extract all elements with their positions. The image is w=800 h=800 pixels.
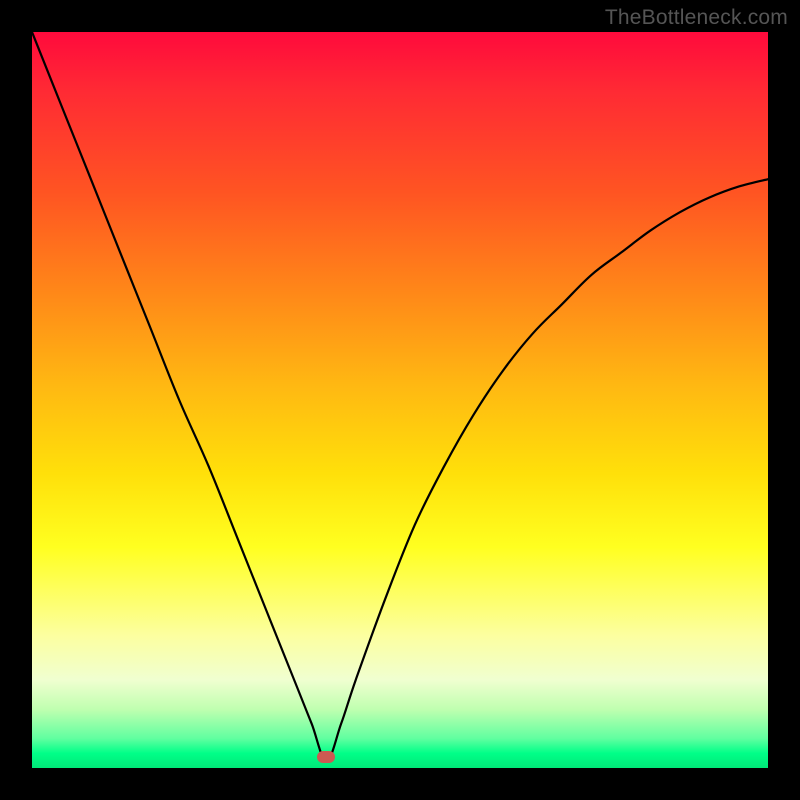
bottleneck-curve-path	[32, 32, 768, 761]
bottleneck-marker	[317, 751, 335, 763]
chart-frame: TheBottleneck.com	[0, 0, 800, 800]
plot-area	[32, 32, 768, 768]
curve-svg	[32, 32, 768, 768]
watermark-text: TheBottleneck.com	[605, 6, 788, 30]
